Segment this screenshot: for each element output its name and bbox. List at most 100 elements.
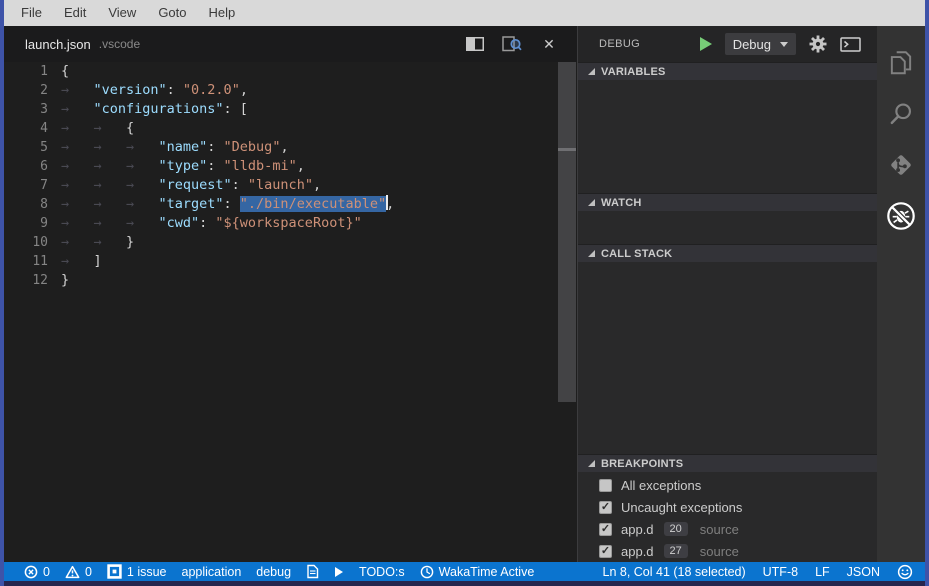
code-line[interactable]: 3→"configurations": [ <box>4 100 558 119</box>
search-icon[interactable] <box>877 88 925 139</box>
section-breakpoints[interactable]: BREAKPOINTS <box>578 454 877 472</box>
debug-side-panel: DEBUG Debug <box>577 26 877 562</box>
editor-title-bar: launch.json .vscode ✕ <box>4 26 577 62</box>
status-todos[interactable]: TODO:s <box>359 565 405 579</box>
editor-scrollbar[interactable] <box>558 62 577 562</box>
breakpoint-row[interactable]: ✓Uncaught exceptions <box>578 496 877 518</box>
whitespace-tab-icon: → <box>61 81 94 100</box>
git-icon[interactable] <box>877 139 925 190</box>
split-editor-icon[interactable] <box>465 35 485 53</box>
status-run-task[interactable] <box>334 566 344 578</box>
whitespace-tab-icon: → <box>61 157 94 176</box>
status-file-icon[interactable] <box>306 564 319 579</box>
status-feedback[interactable] <box>897 564 913 580</box>
status-left: 0 0 1 issue <box>24 564 534 579</box>
code-line[interactable]: 6→→→"type": "lldb-mi", <box>4 157 558 176</box>
code-line[interactable]: 11→] <box>4 252 558 271</box>
code-line[interactable]: 4→→{ <box>4 119 558 138</box>
whitespace-tab-icon: → <box>94 138 127 157</box>
line-number: 11 <box>4 252 48 271</box>
section-call-stack[interactable]: CALL STACK <box>578 244 877 262</box>
gear-icon[interactable] <box>809 35 827 53</box>
smiley-icon <box>897 564 913 580</box>
code-line[interactable]: 9→→→"cwd": "${workspaceRoot}" <box>4 214 558 233</box>
error-icon <box>24 565 38 579</box>
close-icon[interactable]: ✕ <box>539 35 559 53</box>
twistie-icon <box>588 68 595 75</box>
status-cursor-position[interactable]: Ln 8, Col 41 (18 selected) <box>603 565 746 579</box>
code-line[interactable]: 7→→→"request": "launch", <box>4 176 558 195</box>
code-line[interactable]: 5→→→"name": "Debug", <box>4 138 558 157</box>
status-eol[interactable]: LF <box>815 565 830 579</box>
tab-launch-json[interactable]: launch.json <box>25 37 91 52</box>
breakpoints-list: ✓All exceptions✓Uncaught exceptions✓app.… <box>578 472 877 562</box>
breakpoint-line-badge: 27 <box>664 544 688 558</box>
breakpoint-row[interactable]: ✓All exceptions <box>578 474 877 496</box>
line-number: 8 <box>4 195 48 214</box>
code-line[interactable]: 10→→} <box>4 233 558 252</box>
line-number: 12 <box>4 271 48 290</box>
breakpoint-row[interactable]: ✓app.d20source <box>578 518 877 540</box>
debug-toolbar-actions: Debug <box>700 33 861 55</box>
checkbox-checked-icon[interactable]: ✓ <box>599 523 612 536</box>
whitespace-tab-icon: → <box>61 100 94 119</box>
twistie-icon <box>588 199 595 206</box>
scrollbar-thumb[interactable] <box>558 62 576 402</box>
breakpoints-content: ✓All exceptions✓Uncaught exceptions✓app.… <box>578 472 877 562</box>
menu-help[interactable]: Help <box>198 0 247 26</box>
whitespace-tab-icon: → <box>94 119 127 138</box>
line-number: 1 <box>4 62 48 81</box>
scrollbar-divider <box>558 148 576 151</box>
activity-bar <box>877 26 925 562</box>
section-watch[interactable]: WATCH <box>578 193 877 211</box>
preview-icon[interactable] <box>502 35 522 53</box>
editor-actions: ✕ <box>465 35 559 53</box>
debug-toolbar: DEBUG Debug <box>578 26 877 62</box>
debug-config-dropdown[interactable]: Debug <box>725 33 796 55</box>
checkbox-unchecked-icon[interactable]: ✓ <box>599 479 612 492</box>
code-lines: 1{2→"version": "0.2.0",3→"configurations… <box>4 62 558 290</box>
line-number: 4 <box>4 119 48 138</box>
menu-file[interactable]: File <box>10 0 53 26</box>
watch-content[interactable] <box>578 211 877 244</box>
checkbox-checked-icon[interactable]: ✓ <box>599 501 612 514</box>
files-icon[interactable] <box>877 37 925 88</box>
status-language-mode[interactable]: JSON <box>847 565 880 579</box>
code-line[interactable]: 12} <box>4 271 558 290</box>
code-line[interactable]: 1{ <box>4 62 558 81</box>
start-debug-button[interactable] <box>700 37 712 51</box>
line-number: 10 <box>4 233 48 252</box>
whitespace-tab-icon: → <box>61 214 94 233</box>
code-editor[interactable]: 1{2→"version": "0.2.0",3→"configurations… <box>4 62 558 562</box>
status-right: Ln 8, Col 41 (18 selected) UTF-8 LF JSON <box>603 564 914 580</box>
status-application[interactable]: application <box>182 565 242 579</box>
menu-goto[interactable]: Goto <box>147 0 197 26</box>
whitespace-tab-icon: → <box>126 157 159 176</box>
code-line[interactable]: 8→→→"target": "./bin/executable", <box>4 195 558 214</box>
warning-icon <box>65 565 80 579</box>
whitespace-tab-icon: → <box>94 214 127 233</box>
status-encoding[interactable]: UTF-8 <box>763 565 798 579</box>
section-variables[interactable]: VARIABLES <box>578 62 877 80</box>
chevron-down-icon <box>780 42 788 47</box>
status-issues[interactable]: 1 issue <box>107 564 167 579</box>
status-debug[interactable]: debug <box>256 565 291 579</box>
window-border-bottom <box>0 581 929 586</box>
debug-console-icon[interactable] <box>840 37 861 52</box>
status-errors[interactable]: 0 <box>24 565 50 579</box>
debug-panel-title: DEBUG <box>599 38 640 50</box>
menu-edit[interactable]: Edit <box>53 0 97 26</box>
code-line[interactable]: 2→"version": "0.2.0", <box>4 81 558 100</box>
call-stack-content[interactable] <box>578 262 877 454</box>
breakpoint-row[interactable]: ✓app.d27source <box>578 540 877 562</box>
whitespace-tab-icon: → <box>61 252 94 271</box>
menu-view[interactable]: View <box>97 0 147 26</box>
variables-content[interactable] <box>578 80 877 193</box>
line-number: 2 <box>4 81 48 100</box>
checkbox-checked-icon[interactable]: ✓ <box>599 545 612 558</box>
debug-icon[interactable] <box>877 190 925 241</box>
whitespace-tab-icon: → <box>61 233 94 252</box>
whitespace-tab-icon: → <box>61 176 94 195</box>
status-wakatime[interactable]: WakaTime Active <box>420 565 535 579</box>
status-warnings[interactable]: 0 <box>65 565 92 579</box>
